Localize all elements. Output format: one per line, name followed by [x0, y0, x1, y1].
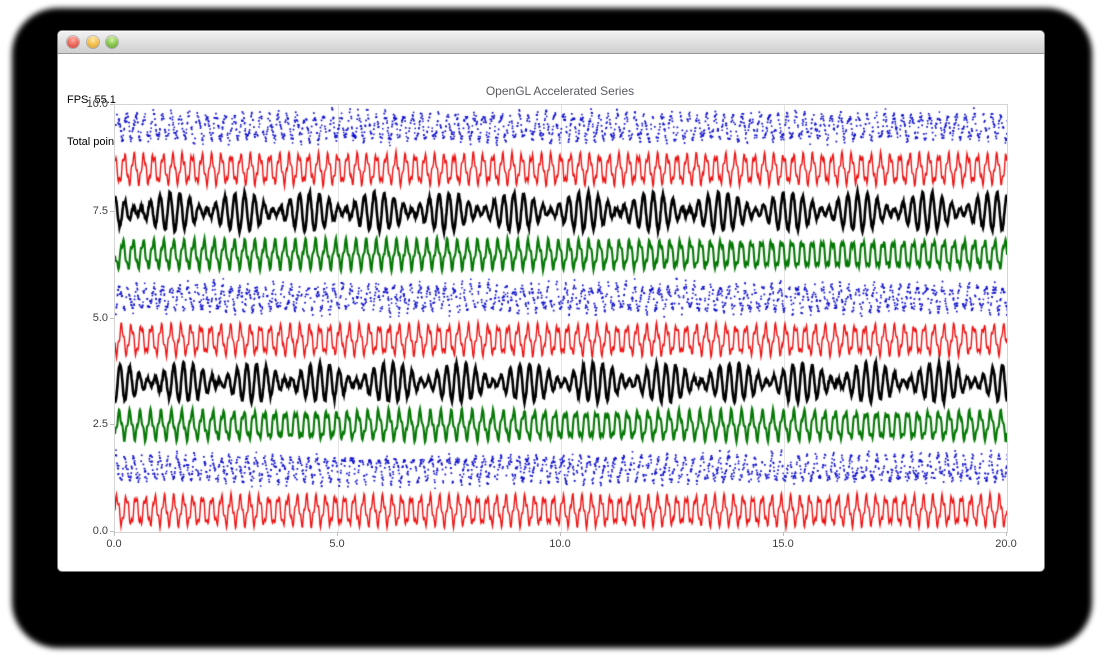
- x-tick-mark: [337, 532, 338, 536]
- chart-title: OpenGL Accelerated Series: [114, 84, 1006, 98]
- x-tick-label: 20.0: [984, 538, 1028, 551]
- y-tick-label: 0.0: [68, 525, 108, 538]
- close-button[interactable]: [67, 36, 79, 48]
- x-tick-mark: [114, 532, 115, 536]
- y-tick-label: 2.5: [68, 418, 108, 431]
- y-tick-mark: [110, 531, 114, 532]
- plot-clip: [115, 105, 1007, 532]
- chart-canvas: [115, 105, 1007, 532]
- title-bar[interactable]: [58, 31, 1044, 54]
- x-tick-label: 15.0: [761, 538, 805, 551]
- y-tick-label: 7.5: [68, 205, 108, 218]
- x-tick-mark: [1006, 532, 1007, 536]
- y-tick-label: 10.0: [68, 98, 108, 111]
- x-tick-label: 10.0: [538, 538, 582, 551]
- y-tick-mark: [110, 318, 114, 319]
- x-tick-mark: [560, 532, 561, 536]
- plot-area: [114, 104, 1008, 533]
- y-tick-mark: [110, 104, 114, 105]
- y-tick-mark: [110, 424, 114, 425]
- y-tick-mark: [110, 211, 114, 212]
- y-tick-label: 5.0: [68, 312, 108, 325]
- x-tick-mark: [783, 532, 784, 536]
- zoom-button[interactable]: [106, 36, 118, 48]
- x-tick-label: 5.0: [315, 538, 359, 551]
- minimize-button[interactable]: [87, 36, 99, 48]
- app-window: FPS: 55.1 Total point count: 100000 Open…: [57, 30, 1045, 572]
- x-tick-label: 0.0: [92, 538, 136, 551]
